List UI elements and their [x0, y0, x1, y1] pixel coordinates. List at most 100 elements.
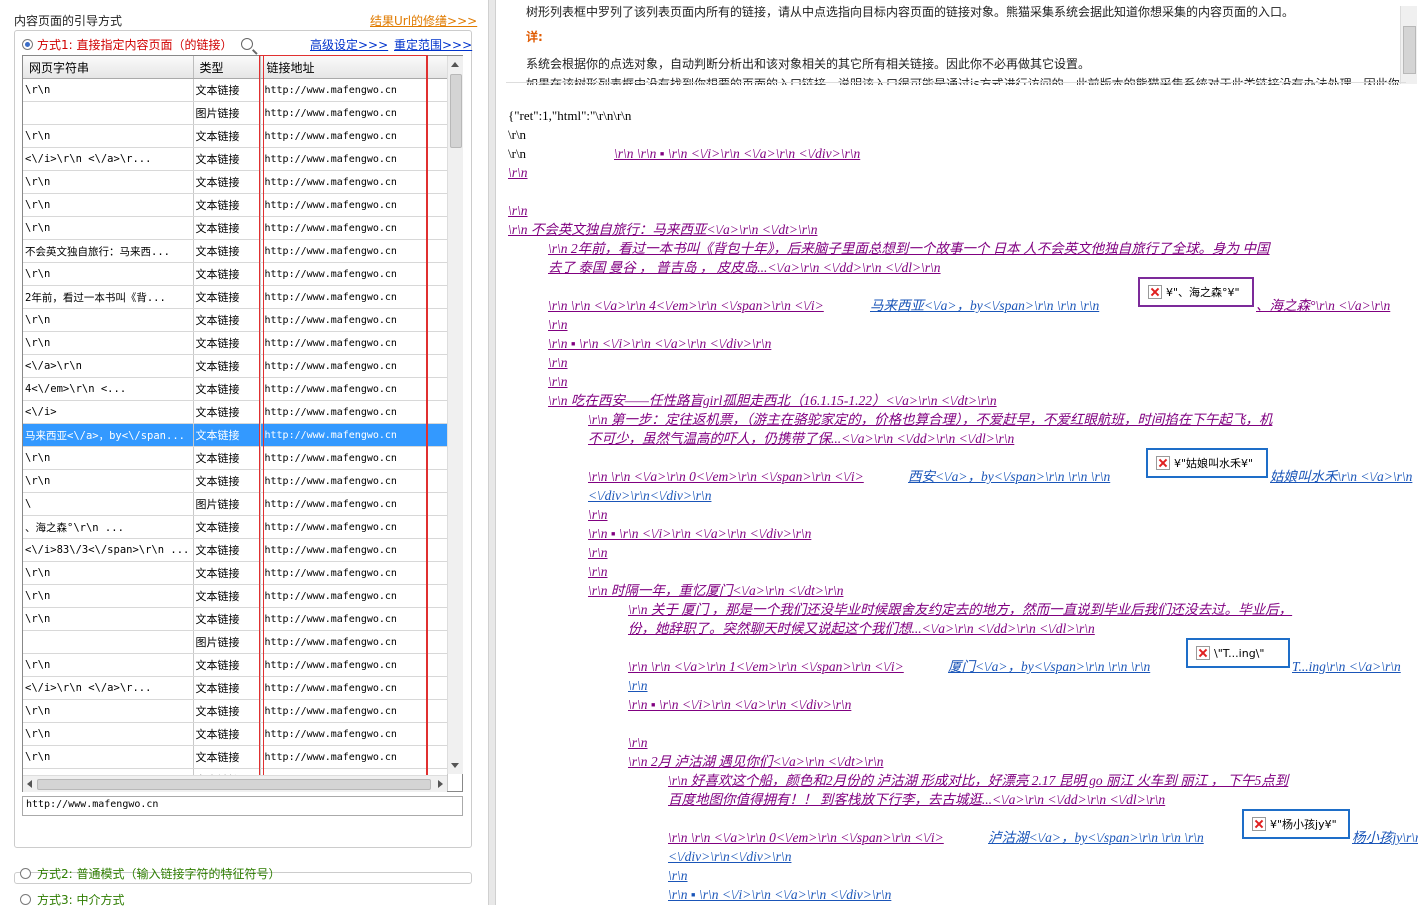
cell-string[interactable]: \r\n: [23, 216, 194, 240]
html-link-line[interactable]: 不可少，虽然气温高的吓人，仍携带了保...<\/a>\r\n <\/dd>\r\…: [588, 429, 1014, 448]
html-link-line[interactable]: \r\n \r\n <\/a>\r\n 4<\/em>\r\n <\/span>…: [548, 296, 824, 315]
grid-horizontal-scrollbar[interactable]: [23, 775, 447, 792]
cell-url[interactable]: http://www.mafengwo.cn: [260, 446, 448, 470]
table-row[interactable]: \r\n 文本链接 http://www.mafengwo.cn: [23, 653, 448, 677]
mode2-radio[interactable]: [20, 867, 31, 879]
mode1-option[interactable]: 方式1: 直接指定内容页面（的链接）: [22, 36, 253, 52]
cell-type[interactable]: 文本链接: [193, 78, 261, 102]
table-row[interactable]: \r\n 文本链接 http://www.mafengwo.cn: [23, 699, 448, 723]
html-link-line[interactable]: \r\n ▪ \r\n <\/i>\r\n <\/a>\r\n <\/div>\…: [668, 885, 891, 904]
table-row[interactable]: \r\n 文本链接 http://www.mafengwo.cn: [23, 124, 448, 148]
cell-url[interactable]: http://www.mafengwo.cn: [260, 331, 448, 355]
mode1-radio[interactable]: [22, 38, 33, 50]
cell-url[interactable]: http://www.mafengwo.cn: [260, 469, 448, 493]
html-link-line[interactable]: T...ing\r\n <\/a>\r\n: [1292, 657, 1401, 676]
html-link-line[interactable]: \r\n 2年前，看过一本书叫《背包十年》，后来脑子里面总想到一个故事一个 日本…: [548, 239, 1270, 258]
column-header-type[interactable]: 类型: [193, 56, 261, 79]
cell-type[interactable]: 文本链接: [193, 607, 261, 631]
html-link-line[interactable]: \r\n: [548, 315, 568, 334]
html-link-line[interactable]: 西安<\/a>，by<\/span>\r\n \r\n \r\n: [908, 467, 1110, 486]
cell-url[interactable]: http://www.mafengwo.cn: [260, 492, 448, 516]
cell-url[interactable]: http://www.mafengwo.cn: [260, 515, 448, 539]
table-row[interactable]: 不会英文独自旅行：马来西... 文本链接 http://www.mafengwo.c…: [23, 239, 448, 263]
cell-type[interactable]: 文本链接: [193, 653, 261, 677]
cell-string[interactable]: \r\n: [23, 699, 194, 723]
html-link-line[interactable]: \r\n 好喜欢这个船，颜色和2月份的 泸沽湖 形成对比，好漂亮 2.17 昆明…: [668, 771, 1288, 790]
cell-string[interactable]: \r\n: [23, 170, 194, 194]
cell-string[interactable]: <\/i>\r\n <\/a>\r...: [23, 147, 194, 171]
table-row[interactable]: <\/i>\r\n <\/a>\r... 文本链接 http://www.mafen…: [23, 676, 448, 700]
table-row[interactable]: \r\n 文本链接 http://www.mafengwo.cn: [23, 331, 448, 355]
instructions-scroll-thumb[interactable]: [1403, 26, 1416, 74]
cell-type[interactable]: 文本链接: [193, 285, 261, 309]
html-link-line[interactable]: \r\n \r\n <\/a>\r\n 1<\/em>\r\n <\/span>…: [628, 657, 904, 676]
table-row[interactable]: <\/i>83\/3<\/span>\r\n ... 文本链接 http://www…: [23, 538, 448, 562]
mode2-option[interactable]: 方式2: 普通模式（输入链接字符的特征符号）: [20, 865, 281, 881]
html-link-line[interactable]: \r\n: [628, 676, 648, 695]
html-link-line[interactable]: 、海之森°\r\n <\/a>\r\n: [1256, 296, 1390, 315]
html-link-line[interactable]: \r\n 关于 厦门 ，那是一个我们还没毕业时候跟舍友约定去的地方，然而一直说到…: [628, 600, 1292, 619]
cell-string[interactable]: \r\n: [23, 469, 194, 493]
cell-string[interactable]: \r\n: [23, 331, 194, 355]
cell-url[interactable]: http://www.mafengwo.cn: [260, 722, 448, 746]
cell-type[interactable]: 文本链接: [193, 400, 261, 424]
html-link-line[interactable]: \r\n: [588, 505, 608, 524]
cell-url[interactable]: http://www.mafengwo.cn: [260, 699, 448, 723]
cell-url[interactable]: http://www.mafengwo.cn: [260, 147, 448, 171]
cell-type[interactable]: 文本链接: [193, 515, 261, 539]
cell-string[interactable]: \r\n: [23, 745, 194, 769]
cell-url[interactable]: http://www.mafengwo.cn: [260, 400, 448, 424]
cell-string[interactable]: \r\n: [23, 584, 194, 608]
html-link-line[interactable]: \r\n 时隔一年，重忆厦门<\/a>\r\n <\/dt>\r\n: [588, 581, 843, 600]
html-link-line[interactable]: 份，她辞职了。突然聊天时候又说起这个我们想...<\/a>\r\n <\/dd>…: [628, 619, 1095, 638]
table-row[interactable]: \r\n 文本链接 http://www.mafengwo.cn: [23, 607, 448, 631]
cell-type[interactable]: 图片链接: [193, 492, 261, 516]
table-row[interactable]: 图片链接 http://www.mafengwo.cn: [23, 101, 448, 125]
table-row[interactable]: \r\n 文本链接 http://www.mafengwo.cn: [23, 216, 448, 240]
scroll-thumb[interactable]: [450, 74, 462, 148]
cell-url[interactable]: http://www.mafengwo.cn: [260, 239, 448, 263]
cell-url[interactable]: http://www.mafengwo.cn: [260, 630, 448, 654]
html-link-line[interactable]: \r\n: [628, 733, 648, 752]
grid-vertical-scrollbar[interactable]: [447, 56, 463, 774]
cell-url[interactable]: http://www.mafengwo.cn: [260, 262, 448, 286]
cell-url[interactable]: http://www.mafengwo.cn: [260, 124, 448, 148]
html-link-line[interactable]: \r\n ▪ \r\n <\/i>\r\n <\/a>\r\n <\/div>\…: [628, 695, 851, 714]
table-row[interactable]: <\/i> 文本链接 http://www.mafengwo.cn: [23, 400, 448, 424]
cell-type[interactable]: 文本链接: [193, 561, 261, 585]
cell-string[interactable]: \r\n: [23, 446, 194, 470]
cell-string[interactable]: \r\n: [23, 653, 194, 677]
html-link-line[interactable]: <\/div>\r\n<\/div>\r\n: [668, 847, 791, 866]
cell-url[interactable]: http://www.mafengwo.cn: [260, 308, 448, 332]
html-link-line[interactable]: 百度地图你值得拥有！！ 到客栈放下行李，去古城逛...<\/a>\r\n <\/…: [668, 790, 1165, 809]
html-link-line[interactable]: \r\n: [548, 353, 568, 372]
table-row[interactable]: 4<\/em>\r\n <... 文本链接 http://www.mafengwo.…: [23, 377, 448, 401]
column-header-url[interactable]: 链接地址: [260, 56, 448, 79]
cell-string[interactable]: \r\n: [23, 607, 194, 631]
cell-type[interactable]: 文本链接: [193, 722, 261, 746]
cell-string[interactable]: \r\n: [23, 262, 194, 286]
table-row[interactable]: \ 图片链接 http://www.mafengwo.cn: [23, 492, 448, 516]
html-link-line[interactable]: \r\n: [588, 543, 608, 562]
table-row[interactable]: \r\n 文本链接 http://www.mafengwo.cn: [23, 170, 448, 194]
table-row[interactable]: \r\n 文本链接 http://www.mafengwo.cn: [23, 78, 448, 102]
html-link-line[interactable]: \r\n ▪ \r\n <\/i>\r\n <\/a>\r\n <\/div>\…: [548, 334, 771, 353]
cell-type[interactable]: 文本链接: [193, 699, 261, 723]
cell-string[interactable]: \r\n: [23, 722, 194, 746]
html-link-line[interactable]: \r\n \r\n ▪ \r\n <\/i>\r\n <\/a>\r\n <\/…: [614, 144, 860, 163]
instructions-scrollbar[interactable]: [1400, 6, 1417, 84]
cell-url[interactable]: http://www.mafengwo.cn: [260, 584, 448, 608]
cell-url[interactable]: http://www.mafengwo.cn: [260, 653, 448, 677]
html-link-line[interactable]: 泸沽湖<\/a>，by<\/span>\r\n \r\n \r\n: [988, 828, 1204, 847]
cell-type[interactable]: 文本链接: [193, 308, 261, 332]
cell-type[interactable]: 文本链接: [193, 239, 261, 263]
cell-url[interactable]: http://www.mafengwo.cn: [260, 607, 448, 631]
cell-url[interactable]: http://www.mafengwo.cn: [260, 561, 448, 585]
cell-string[interactable]: \: [23, 492, 194, 516]
cell-type[interactable]: 文本链接: [193, 745, 261, 769]
cell-url[interactable]: http://www.mafengwo.cn: [260, 354, 448, 378]
splitter[interactable]: [488, 0, 496, 905]
cell-type[interactable]: 文本链接: [193, 423, 261, 447]
table-row[interactable]: 、海之森°\r\n ... 文本链接 http://www.mafengwo.cn: [23, 515, 448, 539]
link-list-grid[interactable]: 网页字符串 类型 链接地址 \r\n 文本链接 http://www.mafengw…: [22, 55, 463, 792]
